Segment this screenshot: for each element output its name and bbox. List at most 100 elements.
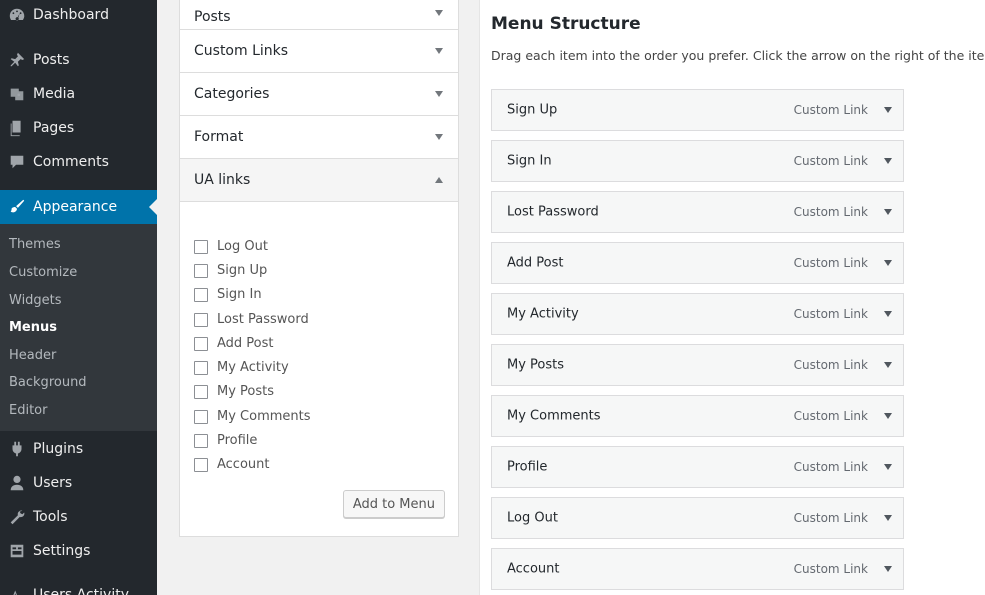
nav-pages[interactable]: Pages xyxy=(0,111,157,145)
menu-item[interactable]: My Posts Custom Link xyxy=(491,344,904,386)
menu-item-title: Sign In xyxy=(507,153,552,169)
menu-item[interactable]: Profile Custom Link xyxy=(491,446,904,488)
nav-label: Comments xyxy=(33,154,109,170)
chevron-down-icon[interactable] xyxy=(435,91,443,97)
accordion-section-categories[interactable]: Categories xyxy=(179,73,459,116)
submenu-header[interactable]: Header xyxy=(9,348,56,363)
ua-link-checkbox-row[interactable]: Profile xyxy=(194,433,257,448)
ua-link-checkbox-row[interactable]: Add Post xyxy=(194,336,274,351)
chevron-down-icon[interactable] xyxy=(884,209,892,215)
accordion-section-posts[interactable]: Posts xyxy=(179,0,459,30)
ua-link-checkbox-row[interactable]: Lost Password xyxy=(194,312,309,327)
checkbox[interactable] xyxy=(194,457,208,472)
ua-link-checkbox-row[interactable]: My Activity xyxy=(194,360,289,375)
accordion-section-custom-links[interactable]: Custom Links xyxy=(179,30,459,73)
section-title: Categories xyxy=(194,86,270,102)
checkbox[interactable] xyxy=(194,287,208,302)
chevron-down-icon[interactable] xyxy=(884,464,892,470)
menu-item[interactable]: Add Post Custom Link xyxy=(491,242,904,284)
ua-link-checkbox-row[interactable]: Sign Up xyxy=(194,263,267,278)
submenu-editor[interactable]: Editor xyxy=(9,403,47,418)
checkbox-label: Sign In xyxy=(217,287,262,302)
checkbox-label: Lost Password xyxy=(217,312,309,327)
nav-plugins[interactable]: Plugins xyxy=(0,432,157,466)
appearance-submenu: Themes Customize Widgets Menus Header Ba… xyxy=(0,224,157,431)
dashboard-icon xyxy=(0,6,33,24)
nav-users-activity[interactable]: Users Activity xyxy=(0,578,157,595)
accordion-section-format[interactable]: Format xyxy=(179,116,459,159)
nav-users[interactable]: Users xyxy=(0,466,157,500)
chevron-down-icon[interactable] xyxy=(884,260,892,266)
ua-link-checkbox-row[interactable]: My Posts xyxy=(194,384,274,399)
checkbox[interactable] xyxy=(194,409,208,424)
menu-item-type: Custom Link xyxy=(793,154,868,168)
wrench-icon xyxy=(0,508,33,526)
plugin-icon xyxy=(0,440,33,458)
chevron-down-icon[interactable] xyxy=(884,311,892,317)
checkbox[interactable] xyxy=(194,263,208,278)
submenu-background[interactable]: Background xyxy=(9,375,87,390)
checkbox-label: My Posts xyxy=(217,384,275,399)
submenu-menus[interactable]: Menus xyxy=(9,320,57,335)
menu-item-type: Custom Link xyxy=(793,511,868,525)
nav-dashboard[interactable]: Dashboard xyxy=(0,0,157,32)
activity-icon xyxy=(0,586,33,595)
add-to-menu-button[interactable]: Add to Menu xyxy=(342,490,445,518)
ua-link-checkbox-row[interactable]: Sign In xyxy=(194,287,262,302)
chevron-down-icon[interactable] xyxy=(884,158,892,164)
checkbox[interactable] xyxy=(194,239,208,254)
ua-link-checkbox-row[interactable]: My Comments xyxy=(194,409,311,424)
menu-item[interactable]: My Activity Custom Link xyxy=(491,293,904,335)
checkbox[interactable] xyxy=(194,384,208,399)
media-icon xyxy=(0,85,33,103)
menu-item[interactable]: My Comments Custom Link xyxy=(491,395,904,437)
menu-item[interactable]: Sign In Custom Link xyxy=(491,140,904,182)
chevron-down-icon[interactable] xyxy=(435,134,443,140)
ua-link-checkbox-row[interactable]: Account xyxy=(194,457,270,472)
chevron-down-icon[interactable] xyxy=(884,107,892,113)
menu-item-type: Custom Link xyxy=(793,256,868,270)
menu-item-type: Custom Link xyxy=(793,205,868,219)
checkbox-label: Account xyxy=(217,457,270,472)
checkbox[interactable] xyxy=(194,360,208,375)
accordion-section-ua-links[interactable]: UA links xyxy=(179,159,459,202)
section-title: UA links xyxy=(194,172,251,188)
nav-media[interactable]: Media xyxy=(0,77,157,111)
menu-item-title: Lost Password xyxy=(507,204,599,220)
menu-item-type: Custom Link xyxy=(793,409,868,423)
nav-posts[interactable]: Posts xyxy=(0,43,157,77)
chevron-up-icon[interactable] xyxy=(435,177,443,183)
menu-item[interactable]: Lost Password Custom Link xyxy=(491,191,904,233)
menu-item[interactable]: Account Custom Link xyxy=(491,548,904,590)
checkbox[interactable] xyxy=(194,433,208,448)
checkbox-label: Add Post xyxy=(217,336,274,351)
chevron-down-icon[interactable] xyxy=(435,48,443,54)
checkbox[interactable] xyxy=(194,312,208,327)
paintbrush-icon xyxy=(0,198,33,216)
submenu-widgets[interactable]: Widgets xyxy=(9,293,62,308)
nav-label: Plugins xyxy=(33,441,84,457)
chevron-down-icon[interactable] xyxy=(435,10,443,16)
submenu-customize[interactable]: Customize xyxy=(9,265,77,280)
nav-settings[interactable]: Settings xyxy=(0,534,157,568)
nav-label: Users xyxy=(33,475,73,491)
chevron-down-icon[interactable] xyxy=(884,362,892,368)
chevron-down-icon[interactable] xyxy=(884,566,892,572)
nav-tools[interactable]: Tools xyxy=(0,500,157,534)
checkbox-label: Sign Up xyxy=(217,263,268,278)
comment-icon xyxy=(0,153,33,171)
menu-item[interactable]: Log Out Custom Link xyxy=(491,497,904,539)
menu-item[interactable]: Sign Up Custom Link xyxy=(491,89,904,131)
menu-item-type: Custom Link xyxy=(793,307,868,321)
nav-appearance[interactable]: Appearance xyxy=(0,190,157,224)
menu-item-type: Custom Link xyxy=(793,358,868,372)
nav-comments[interactable]: Comments xyxy=(0,145,157,179)
nav-label: Users Activity xyxy=(33,587,130,595)
submenu-themes[interactable]: Themes xyxy=(9,237,61,252)
checkbox[interactable] xyxy=(194,336,208,351)
checkbox-label: Log Out xyxy=(217,239,268,254)
chevron-down-icon[interactable] xyxy=(884,515,892,521)
chevron-down-icon[interactable] xyxy=(884,413,892,419)
pages-icon xyxy=(0,119,33,137)
ua-link-checkbox-row[interactable]: Log Out xyxy=(194,239,268,254)
